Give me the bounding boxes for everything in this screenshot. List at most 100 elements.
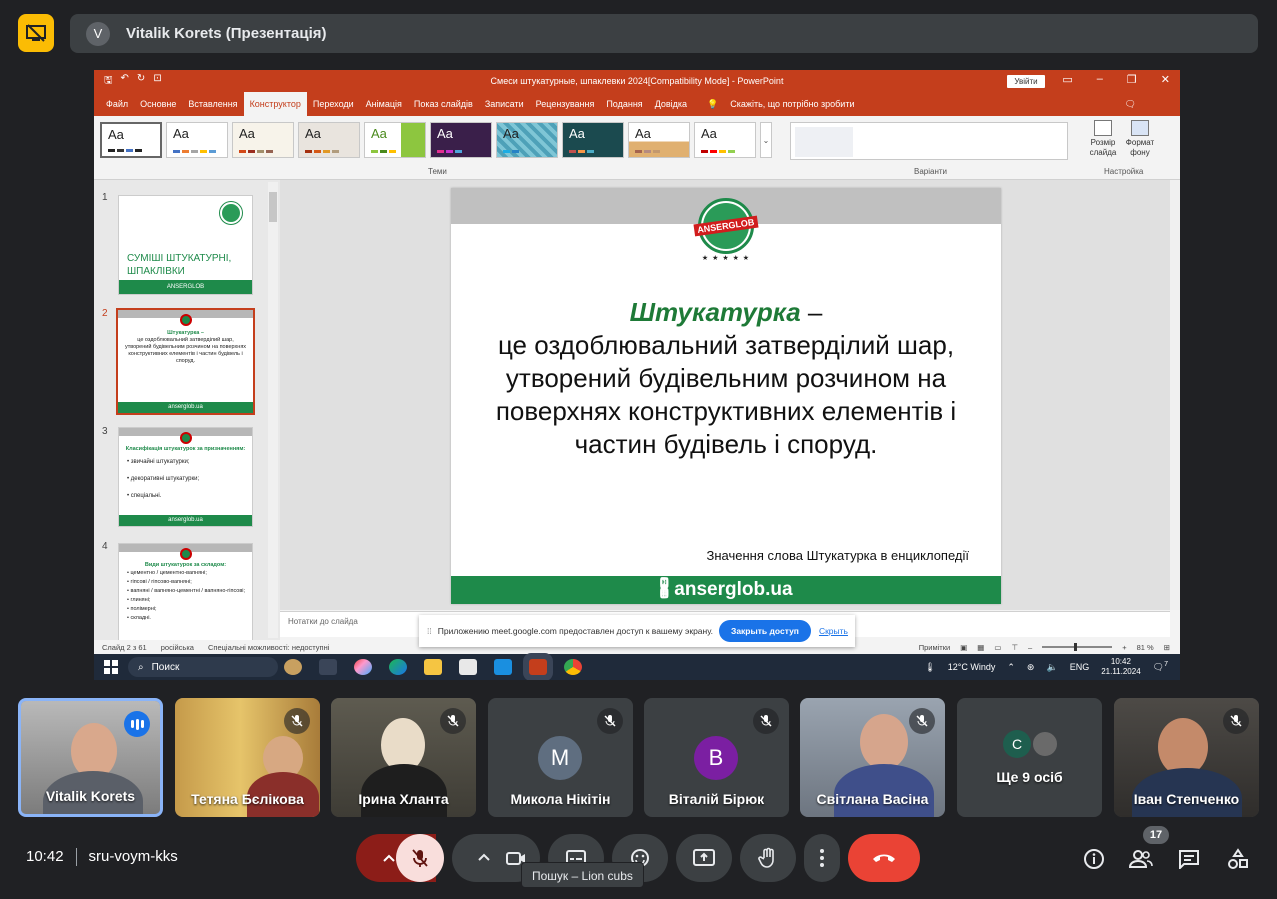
input-language[interactable]: ENG [1070,662,1090,672]
theme-option[interactable]: Aa [430,122,492,158]
tab-file[interactable]: Файл [100,92,134,116]
slide-body: Штукатурка – це оздоблювальний затверділ… [495,297,957,459]
tab-record[interactable]: Записати [479,92,530,116]
current-slide[interactable]: ANSERGLOB ★ ★ ★ ★ ★ Штукатурка – це оздо… [451,188,1001,604]
tab-home[interactable]: Основне [134,92,182,116]
theme-option[interactable]: Aa [232,122,294,158]
present-screen-button[interactable] [676,834,732,882]
drag-handle-icon[interactable]: ⁞⁞ [427,626,432,636]
activities-button[interactable] [1226,847,1250,871]
minimize-icon[interactable]: – [1097,73,1103,86]
comments-icon[interactable]: 🗨 [1119,92,1142,116]
powerpoint-icon[interactable] [529,659,547,675]
people-button[interactable] [1129,847,1153,871]
slide-thumbnail-1[interactable]: СУМІШІ ШТУКАТУРНІ, ШПАКЛІВКИ ANSERGLOB [118,195,253,295]
participant-tile[interactable]: Світлана Васіна [800,698,945,817]
tell-me-search[interactable]: Скажіть, що потрібно зробити [724,92,860,116]
network-icon[interactable]: ⊛ [1027,662,1035,673]
slide-term: Штукатурка [629,297,801,327]
raise-hand-button[interactable] [740,834,796,882]
leave-call-button[interactable] [848,834,920,882]
thumb-number: 4 [102,541,108,552]
fit-slide-icon[interactable]: ⊞ [1164,643,1170,652]
participant-tile[interactable]: M Микола Нікітін [488,698,633,817]
variants-group-label: Варіанти [914,167,948,176]
copilot-icon[interactable] [354,659,372,675]
participant-tile-others[interactable]: C Ще 9 осіб [957,698,1102,817]
thumbnails-scrollbar[interactable] [268,182,278,638]
slide-thumbnail-4[interactable]: Види штукатурок за складом: • цементно /… [118,543,253,640]
store-icon[interactable] [459,659,477,675]
meeting-time: 10:42 [26,848,64,865]
sorter-view-icon[interactable]: ▦ [977,643,984,652]
variants-gallery[interactable] [790,122,1068,160]
tab-review[interactable]: Рецензування [530,92,601,116]
theme-option[interactable]: Aa [496,122,558,158]
participant-tile[interactable]: B Віталій Бірюк [644,698,789,817]
taskbar-clock[interactable]: 10:42 21.11.2024 [1101,657,1140,677]
theme-option[interactable]: Aa [100,122,162,158]
comments-button[interactable]: Примітки [919,643,950,652]
slide-editor: ANSERGLOB ★ ★ ★ ★ ★ Штукатурка – це оздо… [280,180,1170,610]
notifications-icon[interactable]: 🗨7 [1153,661,1168,673]
logo-icon [179,432,192,444]
volume-icon[interactable]: 🔈 [1046,662,1057,673]
edge-icon[interactable] [389,659,407,675]
chrome-icon[interactable] [564,659,582,675]
tab-help[interactable]: Довідка [649,92,693,116]
theme-option[interactable]: Aa [694,122,756,158]
slide-scrollbar[interactable] [1170,180,1180,610]
hide-banner-link[interactable]: Скрыть [819,626,848,636]
participant-tile[interactable]: Тетяна Бєлікова [175,698,320,817]
participant-tile[interactable]: Іван Степченко [1114,698,1259,817]
tab-insert[interactable]: Вставлення [182,92,243,116]
task-view-icon[interactable] [319,659,337,675]
presenting-icon[interactable] [18,14,54,52]
themes-more-icon[interactable]: ⌄ [760,122,772,158]
zoom-level[interactable]: 81 % [1137,643,1154,652]
close-icon[interactable]: ✕ [1161,73,1170,86]
sign-in-button[interactable]: Увійти [1007,75,1045,88]
participant-tile[interactable]: Vitalik Korets [18,698,163,817]
participant-tile[interactable]: Ірина Хланта [331,698,476,817]
theme-option[interactable]: Aa [166,122,228,158]
presenter-avatar: V [86,21,110,46]
theme-option[interactable]: Aa [562,122,624,158]
format-background-button[interactable]: Формат фону [1122,120,1158,158]
slide-thumbnail-3[interactable]: Класифікація штукатурок за призначенням:… [118,427,253,527]
accessibility-indicator[interactable]: Спеціальні можливості: недоступні [208,643,329,652]
tab-design[interactable]: Конструктор [243,92,307,116]
slideshow-view-icon[interactable]: ⊤ [1011,643,1018,652]
more-options-button[interactable] [804,834,840,882]
meeting-details-button[interactable] [1082,847,1106,871]
ribbon-display-icon[interactable]: ▭ [1062,73,1072,86]
language-indicator[interactable]: російська [161,643,194,652]
normal-view-icon[interactable]: ▣ [960,643,967,652]
chat-button[interactable] [1177,847,1201,871]
maximize-icon[interactable]: ❐ [1127,73,1137,86]
lion-cubs-icon[interactable] [284,659,302,675]
windows-taskbar: ⌕ Поиск 🌡 12°C Windy ⌃ ⊛ 🔈 ENG 10:42 21.11… [94,654,1180,680]
slide-size-button[interactable]: Розмір слайда [1086,120,1120,158]
weather-text[interactable]: 12°C Windy [948,662,996,672]
slide-thumbnail-2[interactable]: Штукатурка – це оздоблювальний затверділ… [116,308,255,415]
weather-icon[interactable]: 🌡 [924,662,935,673]
mail-icon[interactable] [494,659,512,675]
tray-chevron-icon[interactable]: ⌃ [1007,662,1015,673]
theme-option[interactable]: Aa [298,122,360,158]
zoom-slider[interactable] [1042,643,1113,651]
theme-option[interactable]: Aa [364,122,426,158]
tab-slideshow[interactable]: Показ слайдів [408,92,479,116]
theme-option[interactable]: Aa [628,122,690,158]
microphone-toggle-button[interactable] [396,834,444,882]
tab-view[interactable]: Подання [600,92,648,116]
windows-start-icon[interactable] [104,660,118,674]
slide-note[interactable]: Значення слова Штукатурка в енциклопедії [707,548,969,563]
reading-view-icon[interactable]: ▭ [994,643,1001,652]
file-explorer-icon[interactable] [424,659,442,675]
stop-sharing-button[interactable]: Закрыть доступ [719,620,811,642]
tab-animations[interactable]: Анімація [360,92,408,116]
tab-transitions[interactable]: Переходи [307,92,360,116]
taskbar-search[interactable]: ⌕ Поиск [128,657,278,677]
ribbon: Aa Aa Aa Aa Aa Aa Aa Aa Aa Aa ⌄ Теми Вар… [94,116,1180,180]
